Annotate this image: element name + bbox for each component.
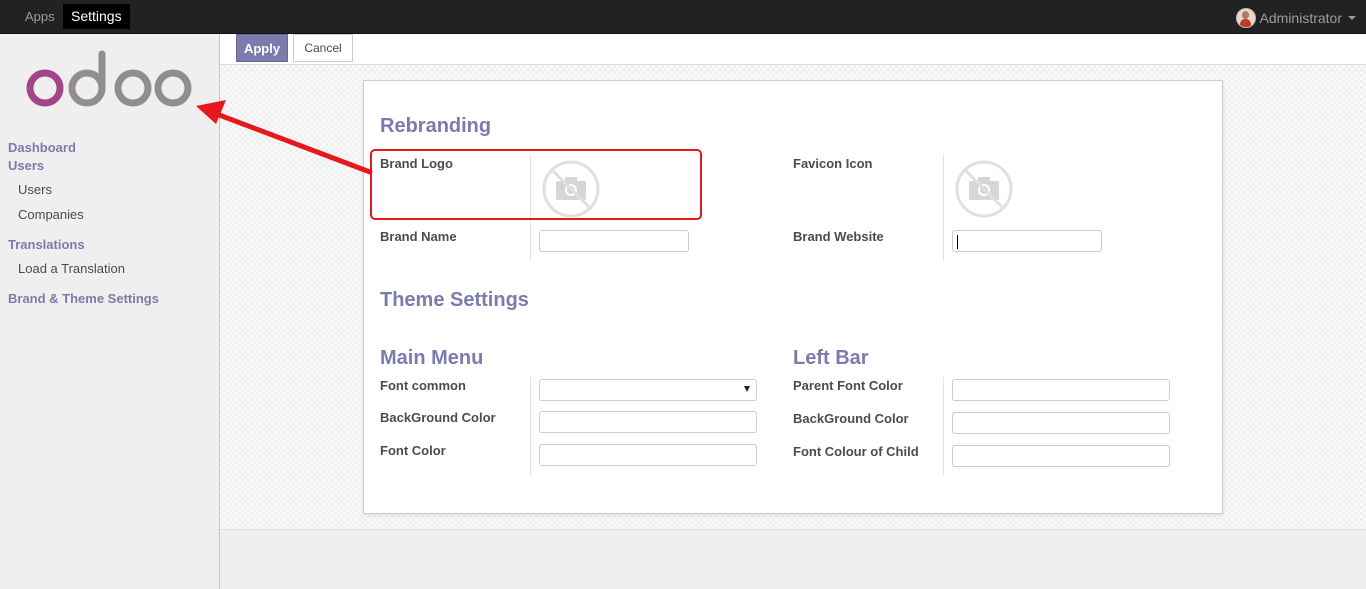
mm-background-label: BackGround Color [380, 410, 496, 425]
main-menu-title: Main Menu [380, 347, 484, 369]
lb-background-label: BackGround Color [793, 411, 909, 426]
parent-font-color-input[interactable] [952, 379, 1170, 401]
chevron-down-icon [1348, 16, 1356, 20]
font-common-label: Font common [380, 378, 466, 393]
child-font-color-input[interactable] [952, 445, 1170, 467]
parent-font-color-label: Parent Font Color [793, 378, 903, 393]
apply-button[interactable]: Apply [236, 34, 288, 62]
nav-settings-link[interactable]: Settings [63, 4, 130, 29]
rebranding-title: Rebranding [380, 115, 492, 137]
theme-settings-title: Theme Settings [380, 289, 529, 311]
divider [943, 377, 944, 475]
left-bar-title: Left Bar [793, 347, 869, 369]
user-menu[interactable]: Administrator [1235, 8, 1356, 28]
avatar [1235, 8, 1256, 28]
sidebar-item-brand-theme[interactable]: Brand & Theme Settings [8, 291, 159, 306]
child-font-color-label: Font Colour of Child [793, 444, 919, 459]
sidebar-item-dashboard[interactable]: Dashboard [8, 140, 76, 155]
brand-website-input[interactable] [952, 230, 1102, 252]
dropdown-arrow-icon [744, 386, 750, 392]
font-common-select[interactable] [539, 379, 757, 401]
sidebar-section-translations: Translations [8, 237, 85, 252]
sidebar: Dashboard Users Users Companies Translat… [0, 34, 220, 589]
text-cursor [957, 235, 958, 249]
top-navbar: Apps Settings Administrator [0, 0, 1366, 34]
sidebar-section-users: Users [8, 158, 45, 173]
mm-font-color-input[interactable] [539, 444, 757, 466]
mm-font-color-label: Font Color [380, 443, 446, 458]
lb-background-input[interactable] [952, 412, 1170, 434]
odoo-logo[interactable] [22, 48, 197, 111]
nav-apps-link[interactable]: Apps [25, 9, 55, 24]
annotation-highlight-box [370, 149, 702, 220]
brand-name-input[interactable] [539, 230, 689, 252]
brand-name-label: Brand Name [380, 229, 457, 244]
mm-background-input[interactable] [539, 411, 757, 433]
user-name: Administrator [1259, 10, 1342, 26]
logo-graphic [26, 50, 192, 107]
sidebar-item-load-translation[interactable]: Load a Translation [18, 261, 125, 276]
favicon-label: Favicon Icon [793, 156, 873, 171]
sidebar-item-users[interactable]: Users [18, 182, 52, 197]
brand-website-label: Brand Website [793, 229, 884, 244]
sidebar-item-companies[interactable]: Companies [18, 207, 84, 222]
control-panel: Apply Cancel [220, 34, 1366, 65]
favicon-placeholder-icon[interactable] [955, 160, 1013, 218]
divider [530, 377, 531, 475]
cancel-button[interactable]: Cancel [293, 34, 353, 62]
divider [943, 154, 944, 261]
